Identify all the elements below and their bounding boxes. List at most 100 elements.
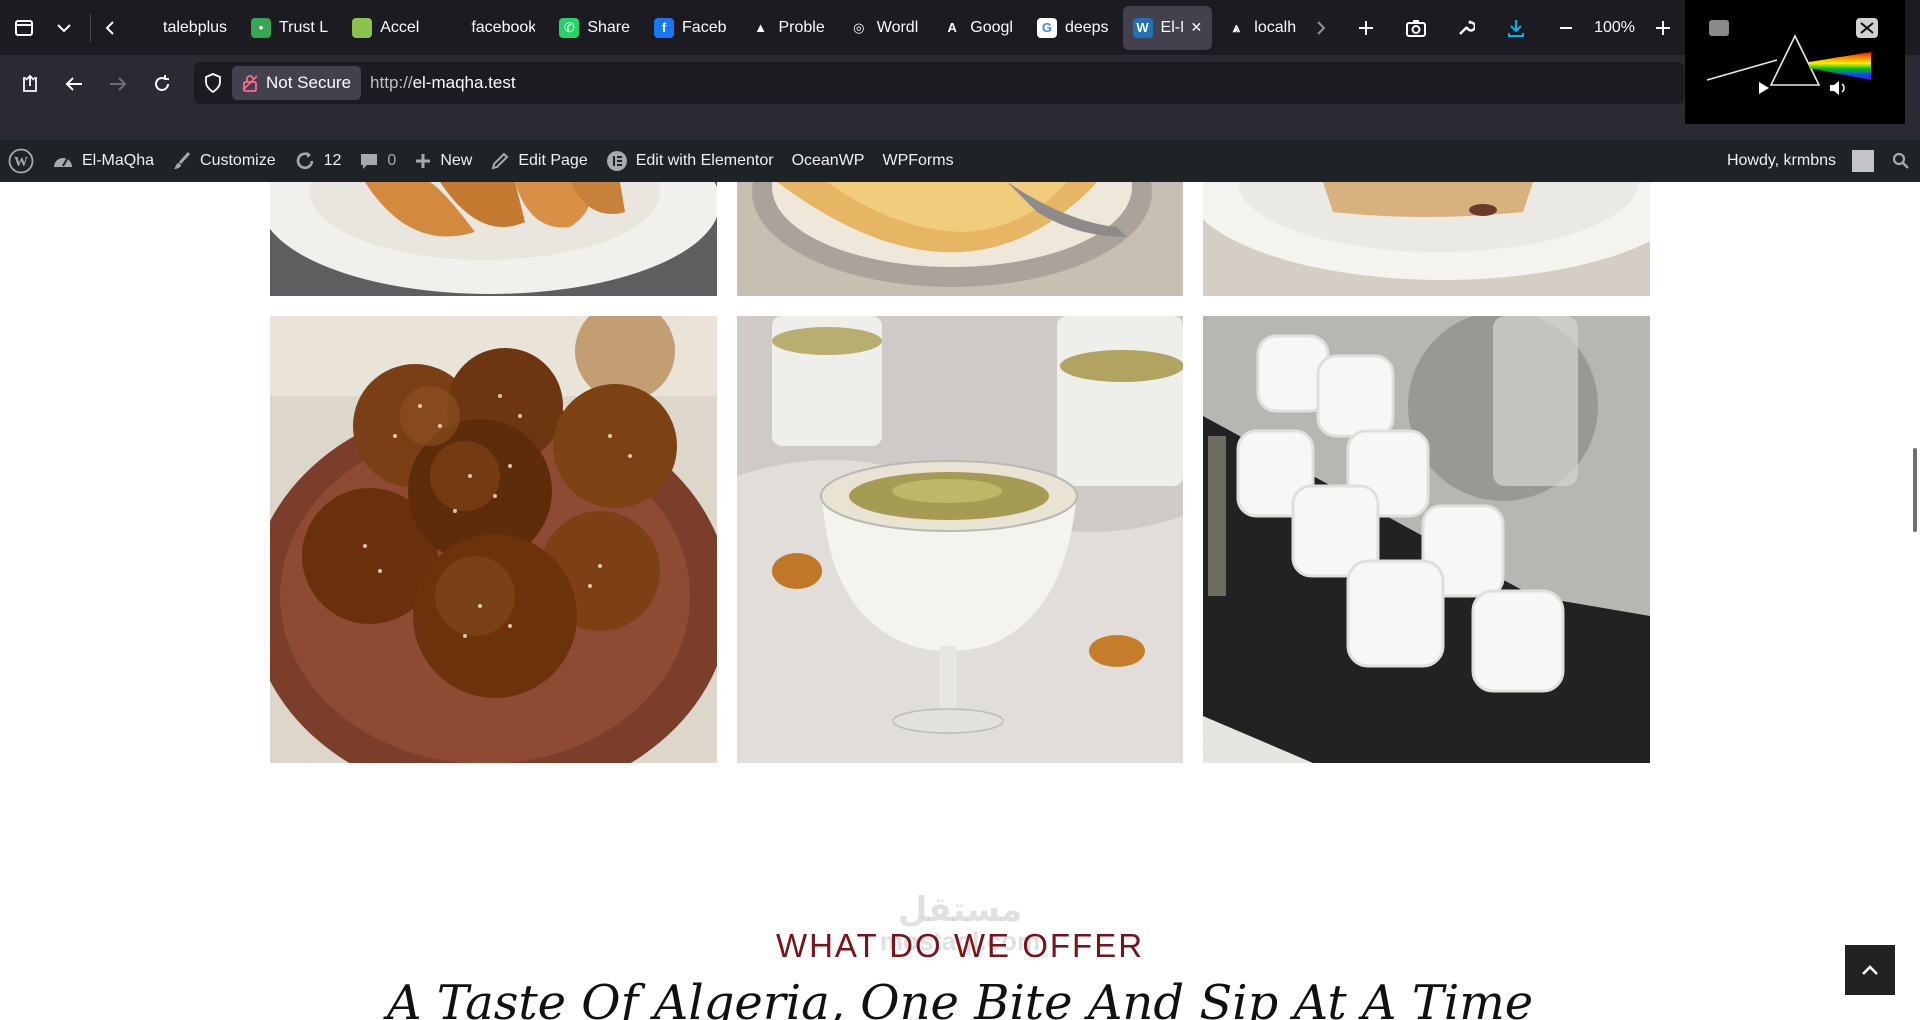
pencil-icon [491, 152, 509, 170]
pip-close-icon[interactable] [1856, 18, 1878, 38]
play-icon[interactable] [1759, 82, 1769, 94]
tab-close-icon[interactable]: ✕ [1191, 19, 1203, 36]
browser-tab[interactable]: talebplusn [125, 6, 237, 50]
browser-tab[interactable]: Gdeeps [1027, 6, 1119, 50]
samosa-pastries-photo[interactable] [270, 182, 717, 296]
edit-elementor-label: Edit with Elementor [635, 152, 774, 169]
updates-count: 12 [323, 152, 342, 169]
scroll-tabs-left-icon[interactable] [97, 8, 123, 48]
oceanwp-menu[interactable]: OceanWP [783, 140, 874, 182]
tab-favicon-icon: • [251, 17, 271, 38]
toolbar-spacer [0, 112, 1920, 140]
browser-tab[interactable]: facebook.c [433, 6, 545, 50]
not-secure-label: Not Secure [266, 73, 352, 92]
forward-icon [98, 64, 138, 104]
url-text[interactable]: http://el-maqha.test [370, 73, 516, 93]
wp-logo-menu[interactable]: W [0, 140, 43, 182]
reload-icon[interactable] [142, 64, 182, 104]
wordpress-logo-icon: W [8, 148, 34, 174]
edit-page-label: Edit Page [518, 152, 588, 169]
tab-favicon-icon: ▲ [750, 17, 771, 38]
browser-tab[interactable]: ✆ Share [549, 6, 640, 50]
url-host: el-maqha.test [412, 73, 516, 92]
page-scrollbar-thumb[interactable] [1913, 448, 1917, 532]
browser-tab[interactable]: ▲ Proble [741, 6, 835, 50]
tab-favicon-icon [352, 17, 373, 38]
oceanwp-label: OceanWP [791, 152, 865, 169]
edit-page-link[interactable]: Edit Page [481, 140, 596, 182]
section-subtitle: WHAT DO WE OFFER [775, 927, 1145, 964]
tab-label: localh [1254, 18, 1297, 36]
downloads-icon[interactable] [1496, 8, 1536, 48]
pip-toggle-icon[interactable] [1709, 20, 1729, 36]
share-page-icon[interactable] [10, 64, 50, 104]
my-account-menu[interactable]: Howdy, krmbns [1718, 140, 1883, 182]
tab-label: Faceb [682, 18, 727, 36]
tab-label: Share [587, 18, 631, 36]
browser-tab[interactable]: W El-M ✕ [1122, 5, 1213, 50]
browser-tab[interactable]: ◎ Wordl [839, 6, 929, 50]
screenshot-icon[interactable] [1396, 8, 1436, 48]
prism-artwork [1706, 34, 1871, 86]
chevron-up-icon [1862, 965, 1878, 975]
wpforms-menu[interactable]: WPForms [873, 140, 962, 182]
tab-label: Accel [380, 18, 420, 36]
tab-label: Googl [970, 18, 1013, 36]
tab-label: Wordl [876, 18, 919, 36]
browser-tab[interactable]: Accel [342, 6, 429, 50]
elementor-icon [606, 151, 627, 171]
new-tab-icon[interactable] [1346, 8, 1386, 48]
tracking-protection-icon[interactable] [204, 73, 222, 98]
crepes-plate-photo[interactable] [737, 182, 1183, 296]
browser-tab[interactable]: f Faceb [644, 6, 736, 50]
plus-icon [416, 154, 431, 168]
volume-icon[interactable] [1830, 81, 1845, 95]
admin-search[interactable] [1883, 140, 1920, 182]
zoom-in-icon[interactable] [1643, 8, 1683, 48]
avatar [1852, 150, 1874, 172]
pistachio-cream-dessert-photo[interactable] [737, 316, 1183, 763]
browser-tab[interactable]: ⩓ localh [1216, 6, 1306, 50]
divider [90, 13, 91, 42]
dashboard-icon [54, 158, 72, 167]
not-secure-badge[interactable]: Not Secure [232, 66, 362, 100]
tab-label: Proble [778, 18, 825, 36]
comments-link[interactable]: 0 [350, 140, 405, 182]
scroll-tabs-right-icon[interactable] [1308, 8, 1334, 48]
browser-tab-bar: talebplusn•Trust L Accel facebook.c✆Sharef… [0, 0, 1920, 55]
powdered-sugar-cookies-tea-photo[interactable] [1203, 316, 1650, 763]
new-content-menu[interactable]: New [405, 140, 481, 182]
tab-favicon-icon: ⩓ [1226, 17, 1247, 38]
pastry-dessert-photo[interactable] [1203, 182, 1650, 296]
tab-label: deeps [1064, 18, 1109, 36]
tab-favicon-icon: W [1132, 17, 1153, 38]
back-to-top-button[interactable] [1845, 945, 1895, 995]
site-name-menu[interactable]: El-MaQha [43, 140, 163, 182]
svg-text:W: W [14, 155, 28, 170]
address-bar[interactable]: Not Secure http://el-maqha.test [194, 62, 1684, 104]
back-icon[interactable] [54, 64, 94, 104]
comment-bubble-icon [361, 154, 378, 169]
browser-tab[interactable]: • Trust L [241, 6, 338, 50]
wp-admin-bar-secondary: Howdy, krmbns [1718, 140, 1920, 182]
zoom-out-icon[interactable] [1546, 8, 1586, 48]
firefox-view-icon[interactable] [4, 8, 44, 48]
edit-with-elementor-link[interactable]: Edit with Elementor [597, 140, 783, 182]
customize-link[interactable]: Customize [163, 140, 285, 182]
wpforms-label: WPForms [882, 152, 954, 169]
brush-icon [174, 151, 191, 169]
zoom-level[interactable]: 100% [1594, 19, 1635, 37]
updates-link[interactable]: 12 [285, 140, 351, 182]
picture-in-picture-window[interactable] [1685, 0, 1905, 124]
search-icon [1892, 152, 1909, 169]
url-scheme: http:// [370, 73, 413, 92]
page-content: مستقل mostaql.com WHAT DO WE OFFER A Tas… [0, 182, 1920, 1020]
list-all-tabs-icon[interactable] [44, 8, 84, 48]
howdy-label: Howdy, krmbns [1726, 152, 1836, 169]
browser-tab[interactable]: A Googl [932, 6, 1023, 50]
new-label: New [440, 152, 473, 169]
wrench-icon[interactable] [1446, 8, 1486, 48]
tab-favicon-icon [443, 17, 464, 38]
sesame-brioche-buns-photo[interactable] [270, 316, 717, 763]
updates-icon [296, 152, 313, 170]
